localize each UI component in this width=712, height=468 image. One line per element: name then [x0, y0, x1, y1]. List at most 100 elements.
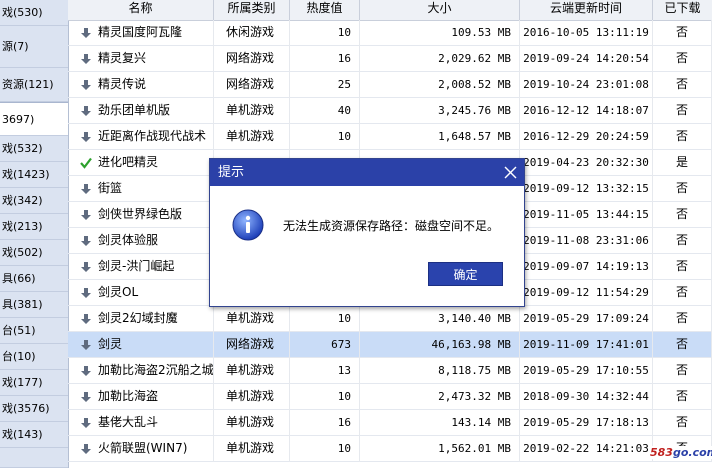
- cell-downloaded: 否: [653, 280, 712, 306]
- cell-category: 单机游戏: [214, 358, 290, 384]
- cell-heat: 10: [290, 124, 360, 150]
- cell-downloaded: 否: [653, 72, 712, 98]
- cell-size: 8,118.75 MB: [360, 358, 520, 384]
- table-row[interactable]: 精灵传说 网络游戏 25 2,008.52 MB 2019-10-24 23:01:08…: [68, 72, 712, 98]
- table-row[interactable]: 剑灵 网络游戏 673 46,163.98 MB 2019-11-09 17:41:01…: [68, 332, 712, 358]
- downloaded-check-icon: [80, 157, 92, 169]
- cell-heat: 10: [290, 384, 360, 410]
- cell-downloaded: 是: [653, 150, 712, 176]
- sidebar-item[interactable]: 具(66): [0, 266, 68, 292]
- cell-downloaded: 否: [653, 98, 712, 124]
- dialog-titlebar[interactable]: 提示: [210, 159, 524, 186]
- download-arrow-icon: [81, 262, 91, 272]
- download-arrow-icon: [81, 418, 91, 428]
- sidebar-item[interactable]: 戏(532): [0, 136, 68, 162]
- alert-dialog: 提示 无法生成资源保存路径：磁盘空间不足。 确定: [209, 158, 525, 307]
- cell-update-time: 2019-11-08 23:31:06: [520, 228, 653, 254]
- cell-heat: 673: [290, 332, 360, 358]
- cell-update-time: 2019-05-29 17:10:55: [520, 358, 653, 384]
- sidebar-item[interactable]: 台(10): [0, 344, 68, 370]
- download-arrow-icon: [81, 366, 91, 376]
- dialog-message: 无法生成资源保存路径：磁盘空间不足。: [283, 219, 500, 233]
- table-row[interactable]: 加勒比海盗2沉船之城 单机游戏 13 8,118.75 MB 2019-05-29 17…: [68, 358, 712, 384]
- sidebar-item[interactable]: 资源(121): [0, 68, 68, 102]
- table-row[interactable]: 剑灵2幻域封魔 单机游戏 10 3,140.40 MB 2019-05-29 17:09…: [68, 306, 712, 332]
- col-header-category[interactable]: 所属类别: [214, 0, 290, 20]
- sidebar-item[interactable]: 3697): [0, 102, 68, 136]
- table-row[interactable]: 精灵复兴 网络游戏 16 2,029.62 MB 2019-09-24 14:20:54…: [68, 46, 712, 72]
- table-row[interactable]: 精灵国度阿瓦隆 休闲游戏 10 109.53 MB 2016-10-05 13:11:1…: [68, 20, 712, 46]
- cell-downloaded: 否: [653, 332, 712, 358]
- col-header-downloaded[interactable]: 已下载: [653, 0, 712, 20]
- download-arrow-icon: [81, 28, 91, 38]
- download-arrow-icon: [81, 314, 91, 324]
- sidebar-item[interactable]: 戏(502): [0, 240, 68, 266]
- col-header-name[interactable]: 名称: [68, 0, 214, 20]
- cell-update-time: 2019-04-23 20:32:30: [520, 150, 653, 176]
- cell-size: 2,029.62 MB: [360, 46, 520, 72]
- cell-downloaded: 否: [653, 384, 712, 410]
- cell-downloaded: 否: [653, 358, 712, 384]
- cell-heat: 16: [290, 410, 360, 436]
- sidebar-item[interactable]: 具(381): [0, 292, 68, 318]
- cell-heat: 40: [290, 98, 360, 124]
- cell-downloaded: 否: [653, 228, 712, 254]
- table-row[interactable]: 近距离作战现代战术 单机游戏 10 1,648.57 MB 2016-12-29 20:…: [68, 124, 712, 150]
- cell-category: 休闲游戏: [214, 20, 290, 46]
- cell-heat: 16: [290, 46, 360, 72]
- sidebar-item[interactable]: 台(51): [0, 318, 68, 344]
- cell-update-time: 2016-10-05 13:11:19: [520, 20, 653, 46]
- cell-size: 2,473.32 MB: [360, 384, 520, 410]
- sidebar-item[interactable]: 戏(177): [0, 370, 68, 396]
- cell-update-time: 2019-09-12 11:54:29: [520, 280, 653, 306]
- info-icon: [232, 209, 264, 241]
- download-arrow-icon: [81, 106, 91, 116]
- cell-category: 网络游戏: [214, 46, 290, 72]
- download-arrow-icon: [81, 288, 91, 298]
- category-sidebar: 戏(530) 源(7) 资源(121) 3697) 戏(532) 戏(1423) 戏(342…: [0, 0, 69, 468]
- col-header-update-time[interactable]: 云端更新时间: [520, 0, 653, 20]
- download-arrow-icon: [81, 80, 91, 90]
- cell-size: 1,648.57 MB: [360, 124, 520, 150]
- col-header-size[interactable]: 大小: [360, 0, 520, 20]
- sidebar-item[interactable]: 戏(213): [0, 214, 68, 240]
- cell-heat: 10: [290, 436, 360, 462]
- cell-size: 46,163.98 MB: [360, 332, 520, 358]
- close-icon[interactable]: [503, 165, 518, 180]
- sidebar-item[interactable]: 戏(342): [0, 188, 68, 214]
- table-row[interactable]: 基佬大乱斗 单机游戏 16 143.14 MB 2019-05-29 17:18:13 否: [68, 410, 712, 436]
- cell-downloaded: 否: [653, 46, 712, 72]
- table-row[interactable]: 加勒比海盗 单机游戏 10 2,473.32 MB 2018-09-30 14:32:4…: [68, 384, 712, 410]
- cell-update-time: 2016-12-29 20:24:59: [520, 124, 653, 150]
- table-row[interactable]: 劲乐团单机版 单机游戏 40 3,245.76 MB 2016-12-12 14:18:…: [68, 98, 712, 124]
- download-arrow-icon: [81, 132, 91, 142]
- cell-downloaded: 否: [653, 124, 712, 150]
- col-header-heat[interactable]: 热度值: [290, 0, 360, 20]
- cell-heat: 25: [290, 72, 360, 98]
- cell-size: 109.53 MB: [360, 20, 520, 46]
- sidebar-item[interactable]: 戏(3576): [0, 396, 68, 422]
- cell-category: 单机游戏: [214, 384, 290, 410]
- download-arrow-icon: [81, 54, 91, 64]
- download-arrow-icon: [81, 392, 91, 402]
- sidebar-item[interactable]: 戏(143): [0, 422, 68, 448]
- sidebar-item[interactable]: 戏(530): [0, 0, 68, 26]
- sidebar-item[interactable]: 源(7): [0, 26, 68, 68]
- cell-size: 2,008.52 MB: [360, 72, 520, 98]
- cell-update-time: 2019-10-24 23:01:08: [520, 72, 653, 98]
- cell-category: 单机游戏: [214, 410, 290, 436]
- cell-category: 网络游戏: [214, 332, 290, 358]
- sidebar-item[interactable]: [0, 448, 68, 468]
- cell-category: 单机游戏: [214, 306, 290, 332]
- table-row[interactable]: 火箭联盟(WIN7) 单机游戏 10 1,562.01 MB 2019-02-22 14…: [68, 436, 712, 462]
- cell-update-time: 2019-09-07 14:19:13: [520, 254, 653, 280]
- sidebar-item[interactable]: 戏(1423): [0, 162, 68, 188]
- cell-update-time: 2019-02-22 14:21:03: [520, 436, 653, 462]
- cell-update-time: 2016-12-12 14:18:07: [520, 98, 653, 124]
- cell-heat: 10: [290, 306, 360, 332]
- cell-category: 网络游戏: [214, 72, 290, 98]
- cell-heat: 13: [290, 358, 360, 384]
- cell-update-time: 2019-05-29 17:18:13: [520, 410, 653, 436]
- download-arrow-icon: [81, 210, 91, 220]
- ok-button[interactable]: 确定: [428, 262, 503, 286]
